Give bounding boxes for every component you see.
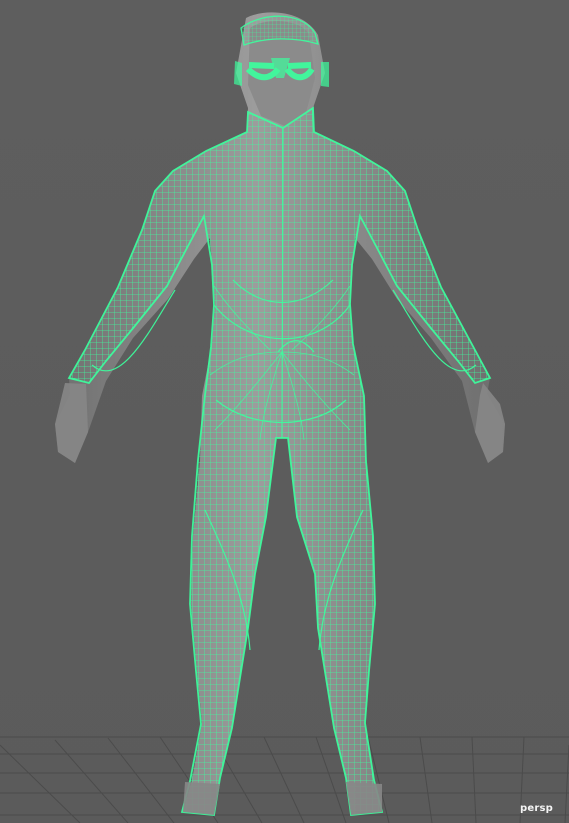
hands-feet (55, 383, 505, 815)
maya-perspective-viewport[interactable]: persp (0, 0, 569, 823)
viewport-scene[interactable] (0, 0, 569, 823)
camera-label: persp (520, 803, 553, 814)
floor-grid (0, 736, 569, 823)
character-model[interactable] (55, 12, 505, 816)
wireframe-overlay (67, 15, 492, 816)
